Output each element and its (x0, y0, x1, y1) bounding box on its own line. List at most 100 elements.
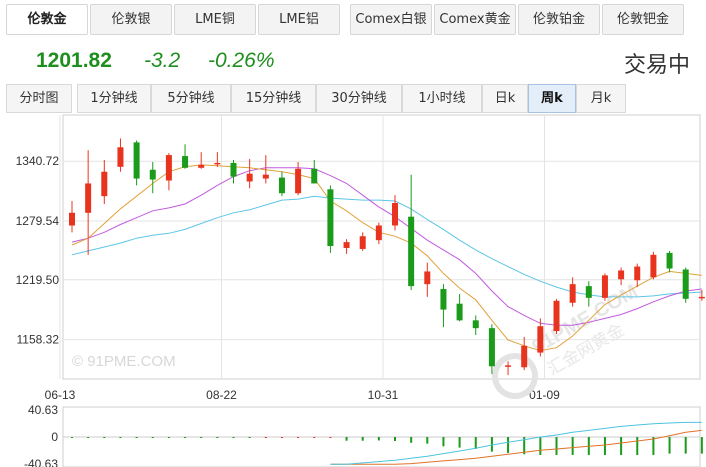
macd-bar-14 (297, 437, 300, 438)
macd-bar-16 (329, 437, 332, 438)
candle-body-9 (214, 162, 221, 165)
candle-body-34 (618, 270, 625, 280)
candle-body-29 (537, 326, 544, 353)
candle-body-11 (246, 173, 253, 182)
x-tick-label-1: 08-22 (206, 388, 237, 402)
instrument-tabs: 伦敦金 伦敦银 LME铜 LME铝 Comex白银 Comex黄金 伦敦铂金 伦敦钯金 (0, 0, 706, 40)
candle-33 (601, 273, 608, 301)
candle-36 (650, 251, 657, 280)
macd-bar-38 (684, 437, 687, 454)
macd-bar-26 (490, 437, 493, 452)
price-change-percent: -0.26% (208, 49, 275, 72)
macd-bar-36 (652, 437, 655, 455)
candle-body-18 (359, 236, 366, 249)
macd-bar-9 (216, 437, 219, 438)
candle-body-14 (295, 168, 302, 194)
macd-bar-35 (636, 437, 639, 455)
macd-bar-11 (248, 437, 251, 438)
quote-bar: 1201.82 -3.2 -0.26% 交易中 (0, 44, 706, 82)
macd-bar-24 (458, 437, 461, 448)
candle-body-7 (182, 156, 189, 168)
macd-bar-39 (700, 437, 703, 454)
macd-bar-2 (103, 437, 106, 438)
macd-bar-12 (264, 437, 267, 438)
macd-y-tick-2: -40.63 (24, 457, 58, 467)
period-button-4[interactable]: 15分钟线 (231, 84, 316, 113)
period-button-7[interactable]: 日k (482, 84, 528, 113)
tab-1[interactable]: 伦敦金 (6, 4, 88, 35)
candle-body-26 (488, 328, 495, 367)
macd-bar-5 (151, 437, 154, 438)
macd-bar-15 (313, 437, 316, 438)
tab-8[interactable]: 伦敦钯金 (602, 4, 684, 35)
candle-body-27 (505, 365, 512, 367)
tab-2[interactable]: 伦敦银 (90, 4, 172, 35)
macd-bar-10 (232, 437, 235, 438)
tab-3[interactable]: LME铜 (174, 4, 256, 35)
candle-body-15 (311, 168, 318, 184)
period-button-3[interactable]: 5分钟线 (151, 84, 231, 113)
y-tick-label-3: 1158.32 (17, 333, 60, 347)
candle-body-20 (392, 203, 398, 226)
candle-body-1 (85, 183, 92, 213)
macd-bar-6 (167, 437, 170, 438)
y-tick-label-0: 1340.72 (16, 154, 60, 168)
period-toolbar: 分时图 1分钟线 5分钟线 15分钟线 30分钟线 1小时线 日k 周k 月k (0, 84, 706, 114)
macd-bar-8 (200, 437, 203, 438)
macd-bar-19 (377, 437, 380, 441)
candle-30 (553, 298, 560, 335)
tab-4[interactable]: LME铝 (258, 4, 340, 35)
macd-bar-13 (280, 437, 283, 438)
macd-bar-18 (361, 437, 364, 441)
candle-body-22 (424, 271, 431, 285)
candle-body-28 (521, 345, 528, 368)
watermark-left: © 91PME.COM (72, 353, 176, 370)
period-button-8[interactable]: 周k (528, 84, 576, 113)
x-tick-label-3: 01-09 (529, 388, 560, 402)
candle-body-30 (553, 300, 560, 332)
period-button-2[interactable]: 1分钟线 (77, 84, 151, 113)
macd-bar-0 (71, 437, 73, 438)
price-change: -3.2 (144, 49, 181, 72)
x-tick-label-2: 10-31 (368, 388, 399, 402)
period-button-5[interactable]: 30分钟线 (316, 84, 402, 113)
macd-bar-33 (603, 437, 606, 455)
period-button-9[interactable]: 月k (576, 84, 626, 113)
candle-body-37 (666, 252, 673, 269)
candle-16 (327, 185, 334, 253)
macd-bar-23 (442, 437, 445, 447)
candle-body-35 (634, 266, 641, 281)
candle-body-12 (262, 174, 269, 179)
macd-bar-25 (474, 437, 477, 449)
macd-bar-22 (426, 437, 429, 444)
macd-bar-21 (410, 437, 413, 443)
candle-body-16 (327, 189, 334, 247)
candle-body-6 (165, 155, 172, 181)
candle-body-24 (456, 303, 463, 321)
macd-y-tick-1: 0 (51, 430, 58, 444)
candle-body-21 (408, 216, 415, 287)
trading-status: 交易中 (623, 53, 690, 78)
tab-5[interactable]: Comex白银 (350, 4, 432, 35)
candle-body-5 (149, 169, 156, 180)
macd-bar-4 (135, 437, 138, 438)
candle-body-3 (117, 147, 124, 167)
macd-bar-31 (571, 437, 574, 455)
macd-bar-37 (668, 437, 671, 454)
macd-bar-29 (539, 437, 542, 455)
macd-bar-1 (87, 437, 90, 438)
candle-body-31 (569, 284, 576, 303)
period-button-1[interactable]: 分时图 (6, 84, 72, 113)
x-tick-label-0: 06-13 (45, 388, 76, 402)
tab-7[interactable]: 伦敦铂金 (518, 4, 600, 35)
candle-body-39 (698, 296, 705, 299)
macd-bar-20 (394, 437, 396, 441)
tab-6[interactable]: Comex黄金 (434, 4, 516, 35)
candle-body-10 (230, 162, 237, 177)
macd-bar-3 (119, 437, 122, 438)
period-button-6[interactable]: 1小时线 (402, 84, 482, 113)
y-tick-label-2: 1219.50 (16, 273, 60, 287)
candle-body-2 (101, 171, 108, 197)
macd-bar-27 (507, 437, 510, 453)
candle-body-32 (585, 286, 592, 298)
